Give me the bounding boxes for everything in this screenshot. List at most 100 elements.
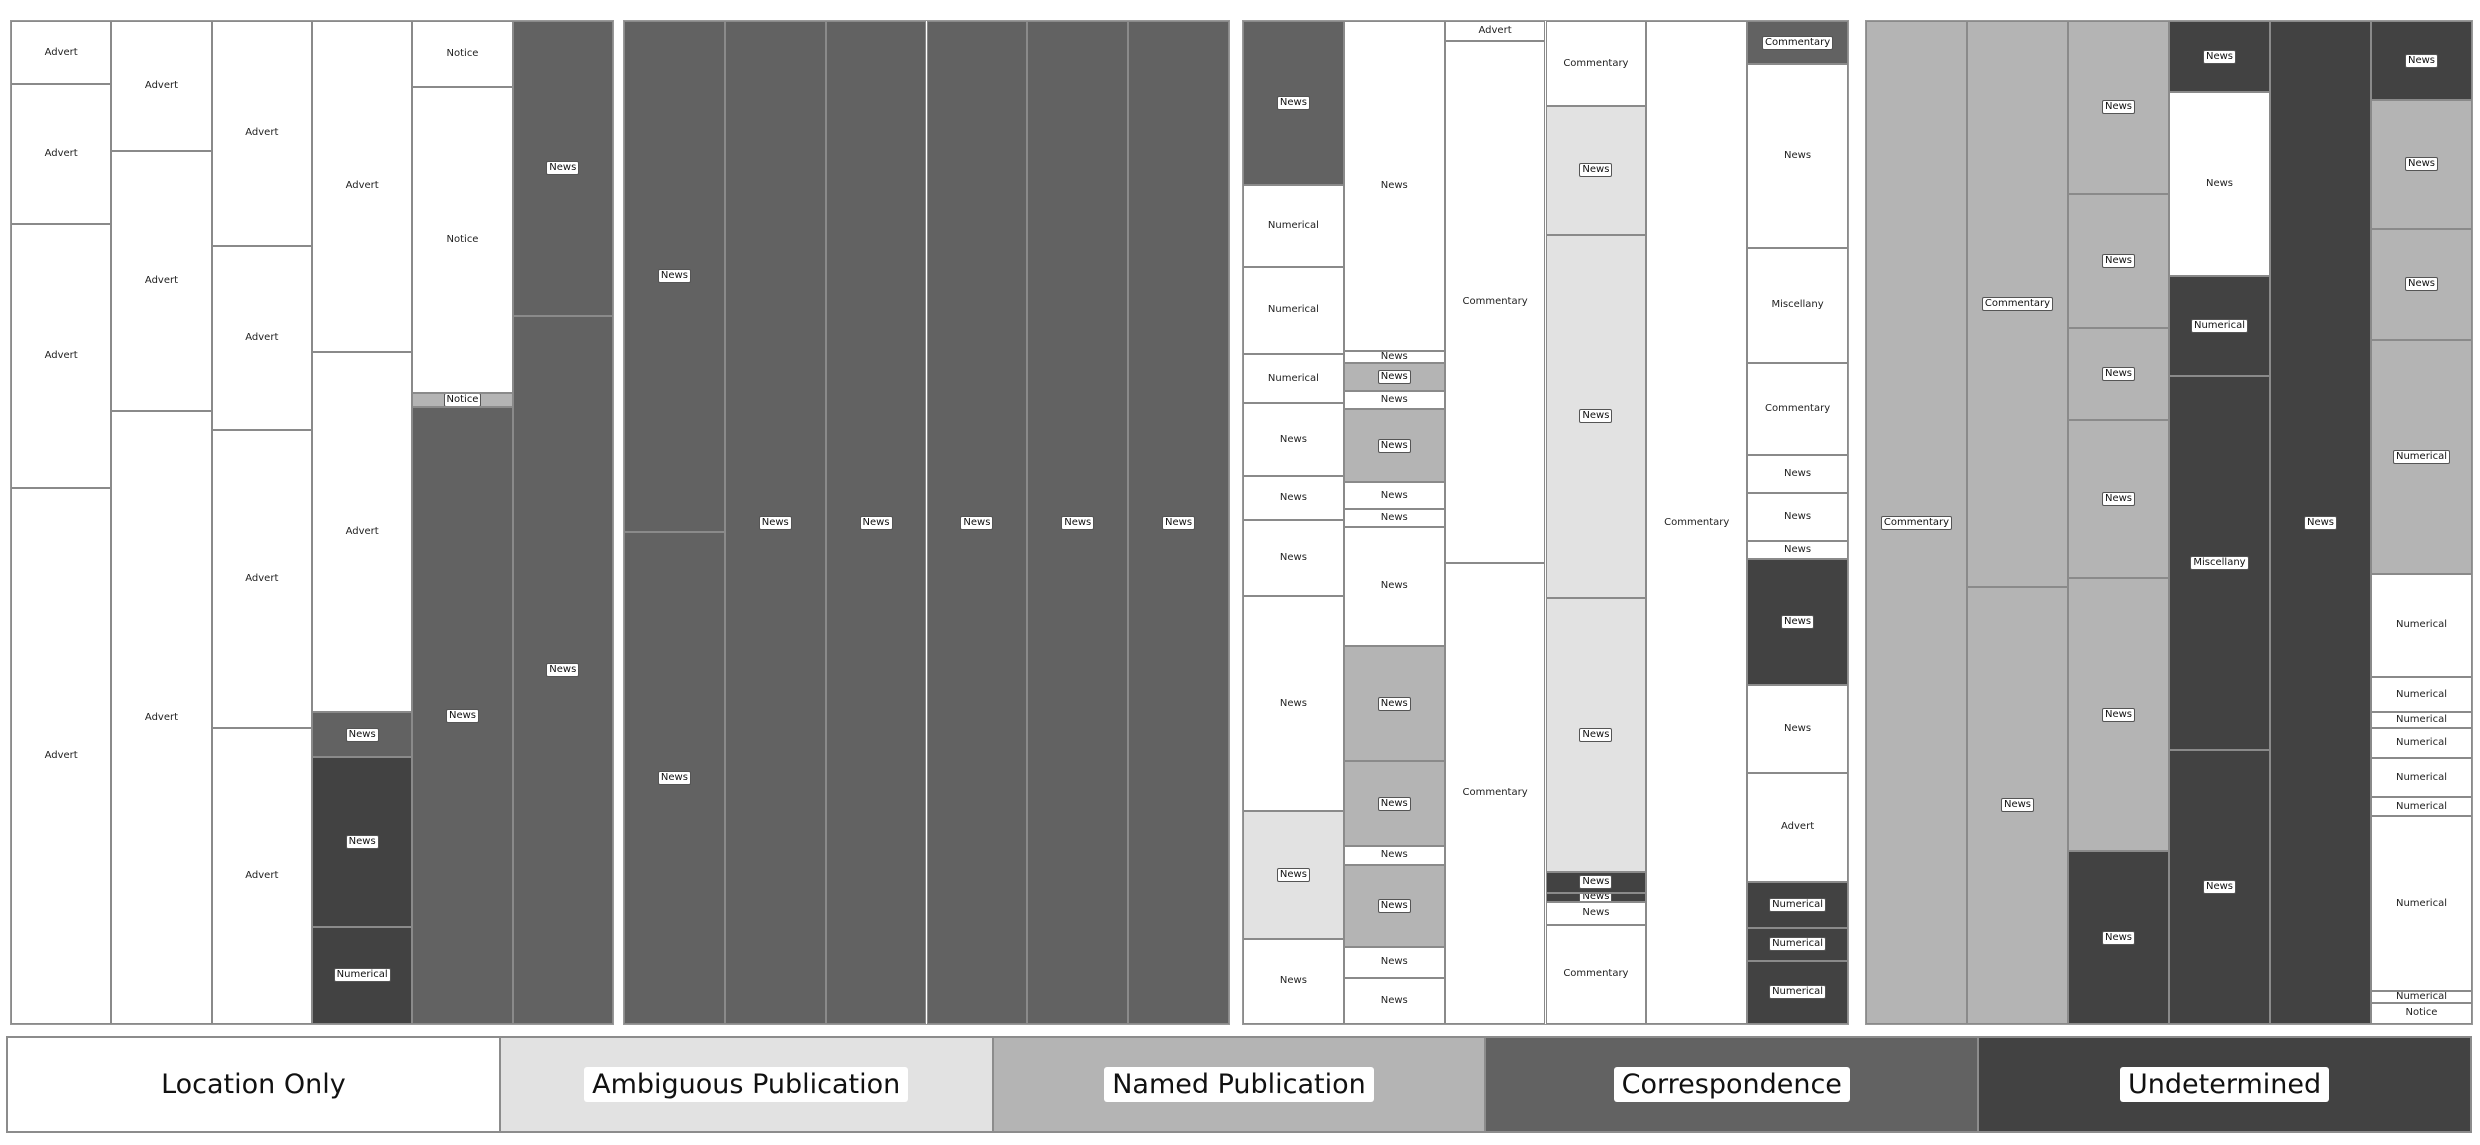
cell-label: News: [1579, 875, 1613, 890]
cell-label: Advert: [1781, 821, 1815, 833]
panel-1-column-3: Advert Advert Advert Advert: [211, 21, 312, 1024]
cell-ambiguous-publication: News: [1243, 811, 1344, 939]
cell-label: News: [1579, 409, 1613, 424]
cell-named-publication: News: [2068, 420, 2169, 578]
cell-undetermined: News: [312, 757, 413, 927]
cell-label: Commentary: [1764, 403, 1831, 415]
cell-location-only: Miscellany: [1747, 247, 1848, 364]
cell-label: News: [1784, 468, 1812, 480]
cell-label: Notice: [446, 48, 479, 60]
cell-label: News: [1380, 394, 1408, 406]
cell-label: Numerical: [2395, 619, 2447, 631]
cell-location-only: Numerical: [2371, 990, 2472, 1003]
legend-label: Undetermined: [2120, 1067, 2330, 1102]
cell-undetermined: Numerical: [1747, 881, 1848, 928]
cell-location-only: Advert: [11, 223, 112, 489]
cell-location-only: News: [1747, 493, 1848, 541]
cell-label: News: [1781, 614, 1815, 629]
cell-undetermined: News: [1545, 892, 1647, 902]
cell-location-only: News: [1343, 21, 1445, 351]
cell-label: News: [1279, 697, 1307, 709]
panel-3: News Numerical Numerical Numerical News News N…: [1242, 20, 1849, 1025]
cell-label: News: [1377, 438, 1411, 453]
panel-1-column-5: Notice Notice Notice News: [412, 21, 513, 1024]
cell-label: News: [1377, 370, 1411, 385]
cell-label: News: [2000, 798, 2035, 813]
cell-label: Advert: [245, 127, 279, 139]
cell-correspondence: News: [1128, 21, 1229, 1024]
cell-location-only: Commentary: [1545, 21, 1647, 107]
cell-label: News: [1061, 515, 1095, 530]
cell-location-only: Commentary: [1747, 363, 1848, 456]
cell-location-only: News: [1343, 350, 1445, 364]
cell-ambiguous-publication: News: [1545, 234, 1647, 598]
cell-label: Commentary: [1563, 968, 1629, 980]
cell-label: Numerical: [2190, 318, 2248, 333]
cell-location-only: News: [1343, 482, 1445, 510]
cell-label: Numerical: [333, 968, 391, 983]
panel-4-column-2: Commentary News: [1967, 21, 2068, 1024]
cell-correspondence: News: [724, 21, 826, 1024]
panel-4-column-5: News: [2270, 21, 2371, 1024]
cell-label: Advert: [44, 46, 78, 58]
cell-named-publication: News: [2371, 100, 2472, 229]
cell-label: News: [1279, 552, 1307, 564]
panel-2-column-3: News: [825, 21, 927, 1024]
panel-1-column-1: Advert Advert Advert Advert: [11, 21, 112, 1024]
cell-location-only: News: [1343, 391, 1445, 410]
cell-location-only: Advert: [211, 728, 312, 1024]
cell-label: News: [1784, 723, 1812, 735]
cell-label: Advert: [345, 180, 379, 192]
cell-label: Commentary: [1981, 296, 2054, 311]
cell-undetermined: News: [2371, 21, 2472, 101]
cell-location-only: News: [1343, 977, 1445, 1024]
cell-location-only: Notice: [412, 21, 513, 88]
legend-item-ambiguous-publication: Ambiguous Publication: [500, 1038, 994, 1131]
cell-label: News: [1276, 96, 1310, 111]
cell-correspondence: News: [512, 315, 613, 1024]
cell-label: Advert: [345, 526, 379, 538]
cell-location-only: Numerical: [1243, 266, 1344, 354]
cell-label: Numerical: [2395, 688, 2447, 700]
cell-label: Commentary: [1563, 57, 1629, 69]
cell-location-only: News: [2169, 92, 2270, 276]
panel-3-column-6: Commentary News Miscellany Commentary News Ne…: [1747, 21, 1848, 1024]
cell-named-publication: Commentary: [1866, 21, 1967, 1024]
cell-location-only: Advert: [11, 488, 112, 1024]
cell-location-only: Commentary: [1646, 21, 1748, 1024]
cell-label: News: [2404, 157, 2439, 172]
cell-named-publication: News: [2068, 327, 2169, 421]
legend-item-location-only: Location Only: [8, 1038, 501, 1131]
legend-item-named-publication: Named Publication: [993, 1038, 1487, 1131]
cell-undetermined: News: [2270, 21, 2371, 1024]
cell-location-only: News: [1343, 946, 1445, 978]
legend-item-correspondence: Correspondence: [1486, 1038, 1980, 1131]
cell-label: Miscellany: [2190, 556, 2249, 571]
cell-label: Numerical: [2395, 714, 2447, 726]
legend-label: Location Only: [161, 1069, 346, 1100]
cell-location-only: Advert: [211, 21, 312, 246]
cell-label: Advert: [44, 349, 78, 361]
cell-location-only: Advert: [312, 351, 413, 713]
cell-undetermined: Numerical: [2169, 275, 2270, 377]
legend-item-undetermined: Undetermined: [1979, 1038, 2470, 1131]
cell-label: Numerical: [1769, 937, 1827, 952]
cell-location-only: News: [1747, 455, 1848, 494]
cell-undetermined: News: [1545, 871, 1647, 893]
legend-label: Named Publication: [1104, 1067, 1374, 1102]
cell-named-publication: News: [1967, 586, 2068, 1024]
cell-correspondence: News: [624, 531, 725, 1024]
cell-label: Numerical: [2395, 897, 2447, 909]
panel-2: News News News News News News News: [623, 20, 1230, 1025]
cell-label: Numerical: [1267, 304, 1319, 316]
cell-label: News: [2404, 277, 2439, 292]
cell-correspondence: News: [412, 407, 513, 1024]
cell-label: News: [2202, 49, 2237, 64]
cell-label: News: [657, 269, 691, 284]
cell-label: Advert: [44, 750, 78, 762]
cell-named-publication: News: [2371, 228, 2472, 340]
cell-label: Numerical: [1267, 372, 1319, 384]
cell-label: Advert: [245, 331, 279, 343]
cell-location-only: Advert: [1747, 773, 1848, 882]
cell-label: News: [1380, 511, 1408, 523]
